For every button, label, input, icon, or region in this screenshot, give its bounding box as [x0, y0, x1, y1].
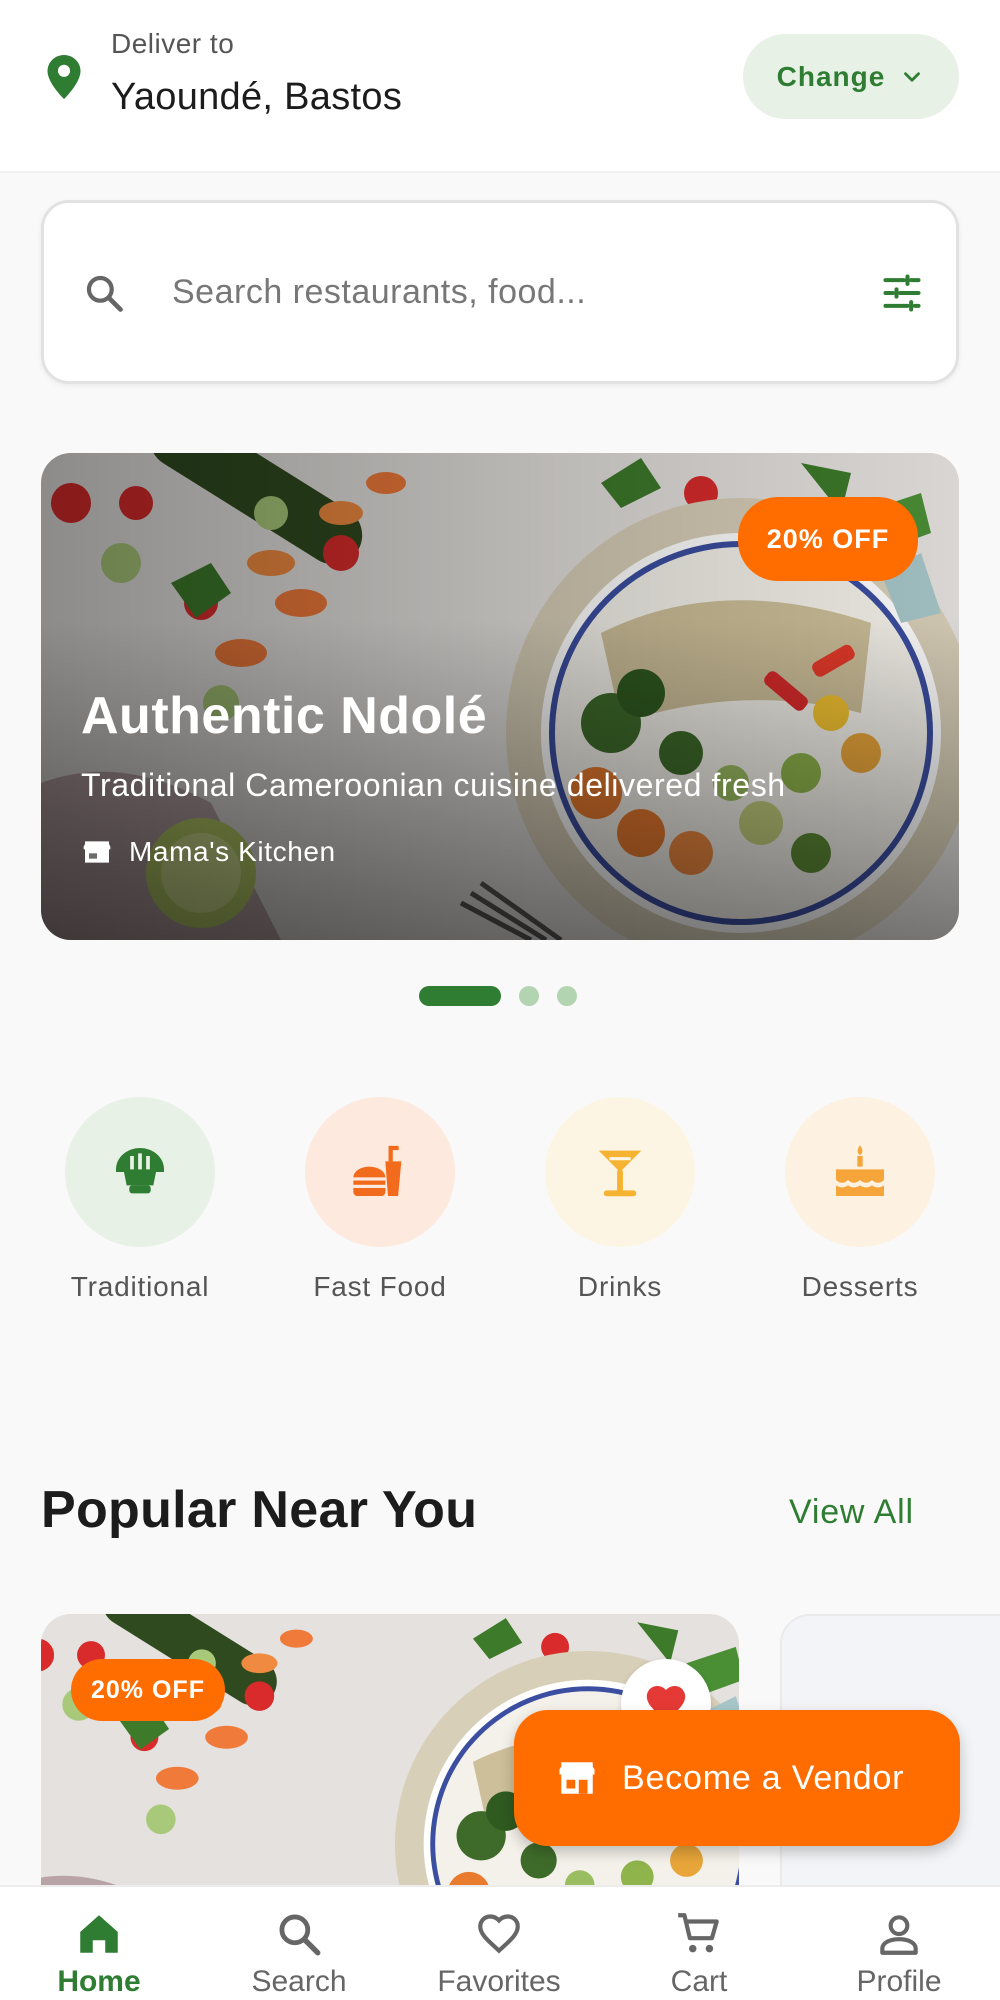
carousel-indicator — [419, 986, 577, 1006]
become-vendor-button[interactable]: Become a Vendor — [514, 1710, 960, 1846]
rice-bowl-icon — [116, 1148, 164, 1194]
filter-sliders-icon[interactable] — [880, 271, 924, 315]
heart-icon — [478, 1914, 520, 1954]
nav-label: Search — [251, 1965, 347, 1998]
category-icon-circle — [65, 1097, 215, 1247]
nav-label: Profile — [856, 1965, 942, 1998]
search-icon — [86, 275, 123, 312]
nav-cart[interactable]: Cart — [619, 1909, 779, 1999]
category-label: Traditional — [70, 1271, 210, 1302]
person-icon — [880, 1915, 918, 1955]
search-input[interactable]: Search restaurants, food... — [172, 273, 586, 312]
location-header: Deliver to Yaoundé, Bastos Change — [0, 0, 1000, 173]
chevron-down-icon — [904, 71, 921, 82]
carousel-dot[interactable] — [519, 986, 539, 1006]
home-icon — [80, 1915, 118, 1953]
cocktail-icon — [598, 1150, 642, 1197]
location-pin-icon — [47, 55, 81, 99]
nav-label: Favorites — [437, 1965, 561, 1998]
section-title: Popular Near You — [41, 1481, 478, 1539]
store-icon — [83, 841, 111, 863]
category-icon-circle — [545, 1097, 695, 1247]
promo-banner[interactable]: 20% OFF Authentic Ndolé Traditional Came… — [41, 453, 959, 940]
nav-favorites[interactable]: Favorites — [419, 1909, 579, 1999]
store-icon — [559, 1762, 595, 1794]
search-icon — [279, 1914, 321, 1956]
category-drinks[interactable]: Drinks — [530, 1097, 710, 1303]
category-label: Drinks — [577, 1271, 663, 1302]
nav-profile[interactable]: Profile — [819, 1909, 979, 1999]
category-icon-circle — [305, 1097, 455, 1247]
become-vendor-label: Become a Vendor — [622, 1758, 905, 1797]
search-bar[interactable]: Search restaurants, food... — [41, 200, 959, 384]
fastfood-icon — [353, 1145, 402, 1196]
category-icon-circle — [785, 1097, 935, 1247]
deliver-to-label: Deliver to — [111, 28, 235, 59]
bottom-navigation: Home Search Favorites Cart Profile — [0, 1885, 1000, 2000]
category-traditional[interactable]: Traditional — [50, 1097, 230, 1303]
category-label: Desserts — [801, 1271, 919, 1302]
change-button-label: Change — [776, 60, 886, 92]
change-location-button[interactable]: Change — [743, 34, 959, 119]
discount-badge: 20% OFF — [71, 1659, 225, 1721]
nav-label: Cart — [670, 1965, 728, 1998]
nav-label: Home — [57, 1965, 141, 1998]
category-desserts[interactable]: Desserts — [770, 1097, 950, 1303]
category-fast-food[interactable]: Fast Food — [290, 1097, 470, 1303]
delivery-address: Yaoundé, Bastos — [111, 76, 403, 118]
view-all-link[interactable]: View All — [789, 1493, 914, 1532]
category-label: Fast Food — [313, 1271, 447, 1302]
nav-home[interactable]: Home — [19, 1909, 179, 1999]
banner-subtitle: Traditional Cameroonian cuisine delivere… — [81, 767, 786, 803]
banner-store: Mama's Kitchen — [81, 836, 336, 868]
cart-icon — [678, 1913, 719, 1953]
discount-badge: 20% OFF — [738, 497, 918, 581]
banner-title: Authentic Ndolé — [81, 687, 488, 745]
store-name: Mama's Kitchen — [129, 836, 336, 867]
carousel-dot-active[interactable] — [419, 986, 501, 1006]
cake-icon — [836, 1145, 884, 1196]
nav-search[interactable]: Search — [219, 1909, 379, 1999]
carousel-dot[interactable] — [557, 986, 577, 1006]
